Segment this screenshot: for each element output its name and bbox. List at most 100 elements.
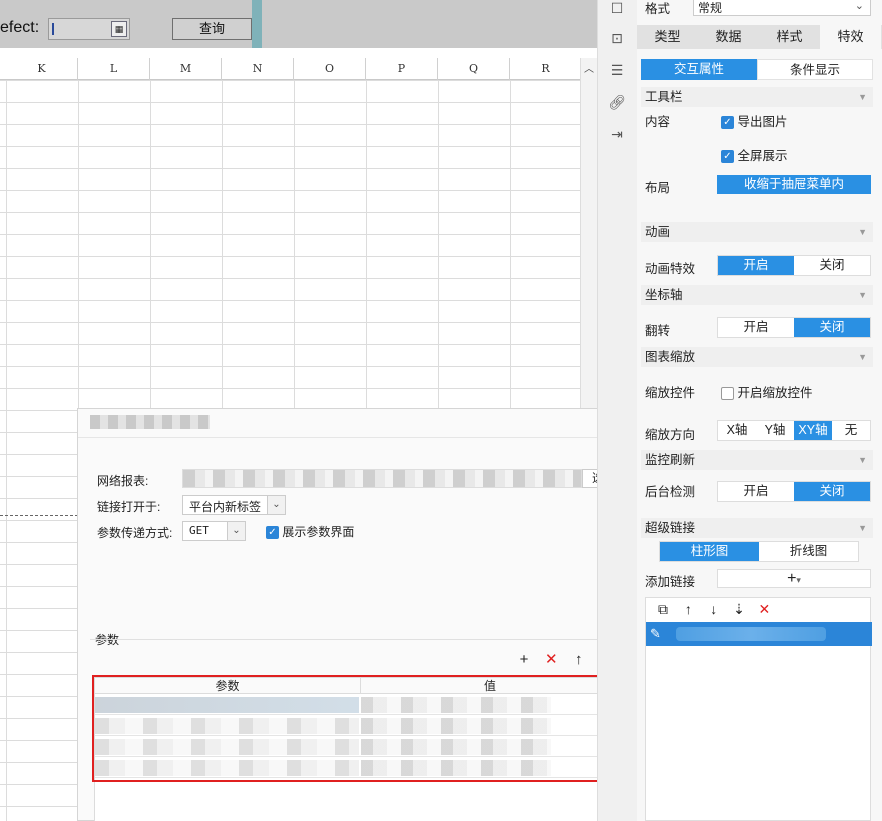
move-up-icon[interactable]: ↑: [569, 651, 589, 669]
show-params-toggle[interactable]: ✓ 展示参数界面: [266, 523, 354, 540]
flip-label: 翻转: [645, 324, 671, 338]
chevron-down-icon[interactable]: ⌄: [227, 522, 245, 540]
option-y-axis[interactable]: Y轴: [756, 421, 794, 440]
section-hyperlink[interactable]: 超级链接 ▼: [641, 518, 873, 538]
link-icon[interactable]: 🔗︎: [608, 94, 626, 110]
property-tabs: 类型 数据 样式 特效: [637, 25, 882, 49]
widget-icon[interactable]: ☐: [608, 0, 626, 16]
link-list: ⧉ ↑ ↓ ⇣ ✕ ✎: [645, 597, 872, 821]
format-row: 格式 常规 ⌄: [637, 0, 882, 20]
tab-style[interactable]: 样式: [759, 25, 820, 49]
column-header-l[interactable]: L: [78, 58, 150, 80]
tab-type[interactable]: 类型: [637, 25, 698, 49]
collapse-icon[interactable]: ▼: [858, 518, 867, 538]
dropdown-widget-icon[interactable]: ⊡: [608, 30, 626, 46]
option-on[interactable]: 开启: [718, 318, 794, 337]
collapse-icon[interactable]: ▼: [858, 347, 867, 367]
flip-toggle: 开启 关闭: [717, 317, 871, 338]
section-title: 超级链接: [645, 521, 696, 535]
collapse-icon[interactable]: ▼: [858, 450, 867, 470]
delete-icon[interactable]: ✕: [541, 651, 561, 669]
option-off[interactable]: 关闭: [794, 318, 870, 337]
move-bottom-icon[interactable]: ⇣: [728, 598, 750, 620]
section-toolbar[interactable]: 工具栏 ▼: [641, 87, 873, 107]
collapse-icon[interactable]: ▼: [858, 285, 867, 305]
copy-icon[interactable]: ⧉: [652, 598, 674, 620]
section-monitor-refresh[interactable]: 监控刷新 ▼: [641, 450, 873, 470]
tab-bar-chart[interactable]: 柱形图: [660, 542, 759, 561]
hyperlink-chart-tabs: 柱形图 折线图: [659, 541, 859, 562]
add-link-button[interactable]: +▾: [717, 569, 871, 588]
option-off[interactable]: 关闭: [794, 482, 870, 501]
checkbox-unchecked-icon[interactable]: [721, 387, 734, 401]
query-button[interactable]: 查询: [172, 18, 252, 40]
option-on[interactable]: 开启: [718, 256, 794, 275]
column-header-n[interactable]: N: [222, 58, 294, 80]
import-icon[interactable]: ⇥: [608, 126, 626, 142]
open-in-select[interactable]: 平台内新标签 ⌄: [182, 495, 286, 515]
checkbox-checked-icon[interactable]: ✓: [721, 116, 734, 130]
link-report-label: 网络报表:: [97, 474, 149, 488]
section-title: 图表缩放: [645, 350, 696, 364]
tab-effects[interactable]: 特效: [820, 25, 881, 49]
format-value: 常规: [698, 1, 723, 15]
column-header-k[interactable]: K: [6, 58, 78, 80]
column-header: K L M N O P Q R: [0, 58, 582, 80]
effect-subtabs: 交互属性 条件显示: [641, 59, 873, 80]
column-header-p[interactable]: P: [366, 58, 438, 80]
checkbox-checked-icon[interactable]: ✓: [266, 526, 279, 540]
zoom-direction-toggle: X轴 Y轴 XY轴 无: [717, 420, 871, 441]
pencil-icon[interactable]: ✎: [650, 626, 661, 642]
scroll-up-icon[interactable]: ︿: [584, 60, 594, 75]
column-header-q[interactable]: Q: [438, 58, 510, 80]
option-on[interactable]: 开启: [718, 482, 794, 501]
option-xy-axis[interactable]: XY轴: [794, 421, 832, 440]
method-label: 参数传递方式:: [97, 526, 173, 540]
param-label: efect:: [0, 19, 40, 36]
calendar-icon[interactable]: ▦: [111, 21, 127, 37]
add-link-label: 添加链接: [645, 575, 696, 589]
option-x-axis[interactable]: X轴: [718, 421, 756, 440]
option-none[interactable]: 无: [832, 421, 870, 440]
chevron-down-icon[interactable]: ⌄: [267, 496, 285, 514]
subtab-conditional[interactable]: 条件显示: [757, 59, 873, 80]
section-zoom[interactable]: 图表缩放 ▼: [641, 347, 873, 367]
layout-label: 布局: [645, 181, 671, 195]
link-report-input[interactable]: [182, 469, 582, 488]
tool-column: ☐ ⊡ ☰ 🔗︎ ⇥: [597, 0, 637, 821]
column-header-r[interactable]: R: [510, 58, 582, 80]
move-down-icon[interactable]: ↓: [703, 598, 725, 620]
annotation-box: [92, 675, 622, 782]
section-axis[interactable]: 坐标轴 ▼: [641, 285, 873, 305]
checkbox-checked-icon[interactable]: ✓: [721, 150, 734, 164]
layout-value-button[interactable]: 收缩于抽屉菜单内: [717, 175, 871, 194]
method-select[interactable]: GET ⌄: [182, 521, 246, 541]
collapse-icon[interactable]: ▼: [858, 222, 867, 242]
list-item[interactable]: ✎: [646, 622, 872, 646]
zoom-control-label: 缩放控件: [645, 386, 696, 400]
export-image-option[interactable]: ✓ 导出图片: [721, 111, 788, 130]
subtab-interaction[interactable]: 交互属性: [641, 59, 757, 80]
layers-icon[interactable]: ☰: [608, 62, 626, 78]
chevron-down-icon[interactable]: ⌄: [855, 0, 864, 12]
chevron-down-icon: ▾: [796, 575, 801, 585]
method-value: GET: [189, 524, 209, 537]
option-off[interactable]: 关闭: [794, 256, 870, 275]
section-title: 坐标轴: [645, 288, 683, 302]
add-icon[interactable]: +: [514, 651, 534, 669]
delete-icon[interactable]: ✕: [753, 598, 775, 620]
param-date-input[interactable]: ▦: [48, 18, 130, 40]
fullscreen-option[interactable]: ✓ 全屏展示: [721, 145, 788, 164]
format-select[interactable]: 常规 ⌄: [693, 0, 871, 16]
tab-line-chart[interactable]: 折线图: [759, 542, 858, 561]
backend-check-toggle: 开启 关闭: [717, 481, 871, 502]
column-header-o[interactable]: O: [294, 58, 366, 80]
column-header-m[interactable]: M: [150, 58, 222, 80]
collapse-icon[interactable]: ▼: [858, 87, 867, 107]
plus-icon: +: [787, 570, 797, 587]
splitter-bar[interactable]: [252, 0, 262, 48]
move-up-icon[interactable]: ↑: [677, 598, 699, 620]
zoom-control-option[interactable]: 开启缩放控件: [721, 382, 813, 401]
tab-data[interactable]: 数据: [698, 25, 759, 49]
section-animation[interactable]: 动画 ▼: [641, 222, 873, 242]
